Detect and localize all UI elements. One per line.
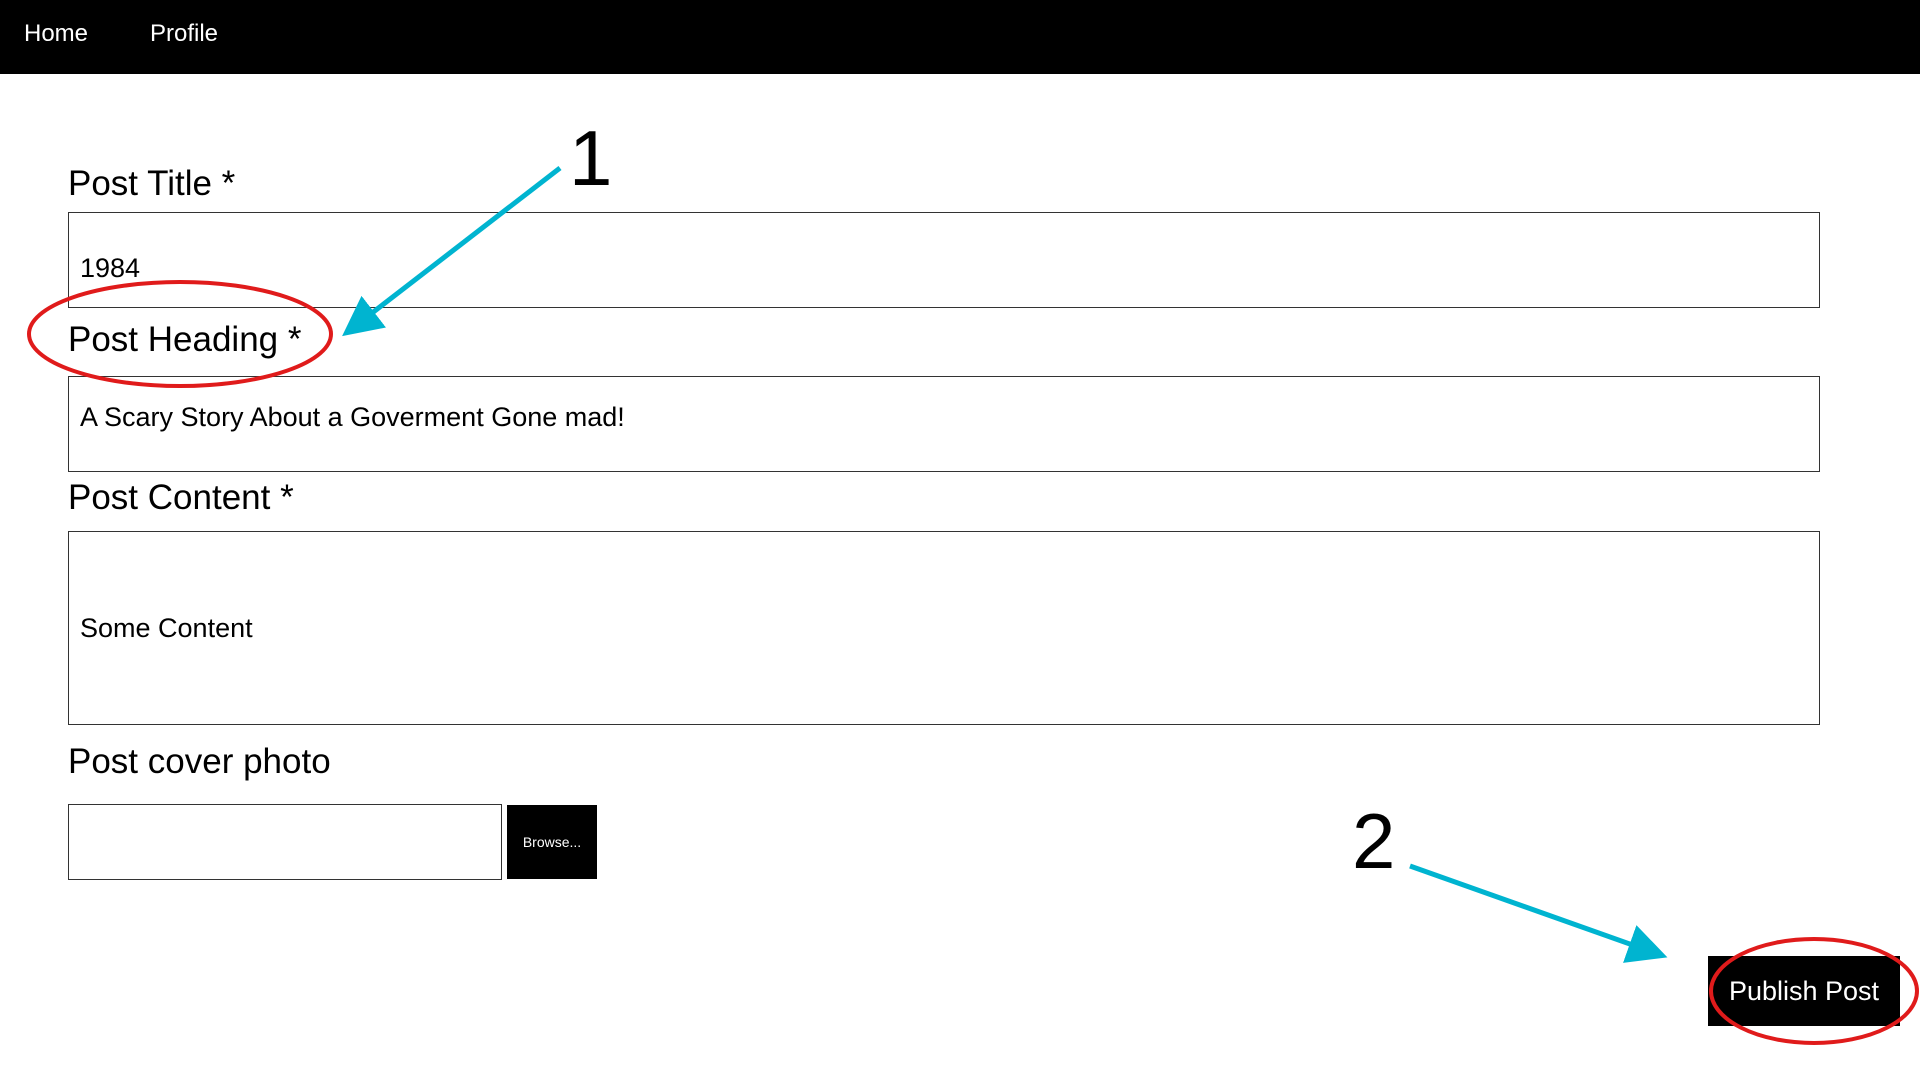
annotation-arrow-2 <box>1409 863 1668 963</box>
browse-button[interactable]: Browse... <box>507 805 597 879</box>
annotation-marker-2: 2 <box>1352 797 1396 885</box>
publish-post-button[interactable]: Publish Post <box>1708 956 1900 1026</box>
annotation-marker-1: 1 <box>569 114 613 202</box>
post-cover-photo-label: Post cover photo <box>68 742 331 781</box>
nav-profile-link[interactable]: Profile <box>150 18 218 50</box>
nav-home-link[interactable]: Home <box>24 18 88 50</box>
post-content-text: Some Content <box>80 612 253 643</box>
page: Home Profile Post Title * Post Heading *… <box>0 0 1920 1080</box>
cover-photo-file-field[interactable] <box>68 804 502 880</box>
top-navbar: Home Profile <box>0 0 1920 74</box>
post-content-textarea[interactable]: Some Content <box>68 531 1820 725</box>
post-content-label: Post Content * <box>68 478 294 517</box>
post-heading-label: Post Heading * <box>68 320 302 359</box>
post-title-label: Post Title * <box>68 164 236 203</box>
post-title-input[interactable] <box>68 212 1820 308</box>
post-heading-input[interactable] <box>68 376 1820 472</box>
